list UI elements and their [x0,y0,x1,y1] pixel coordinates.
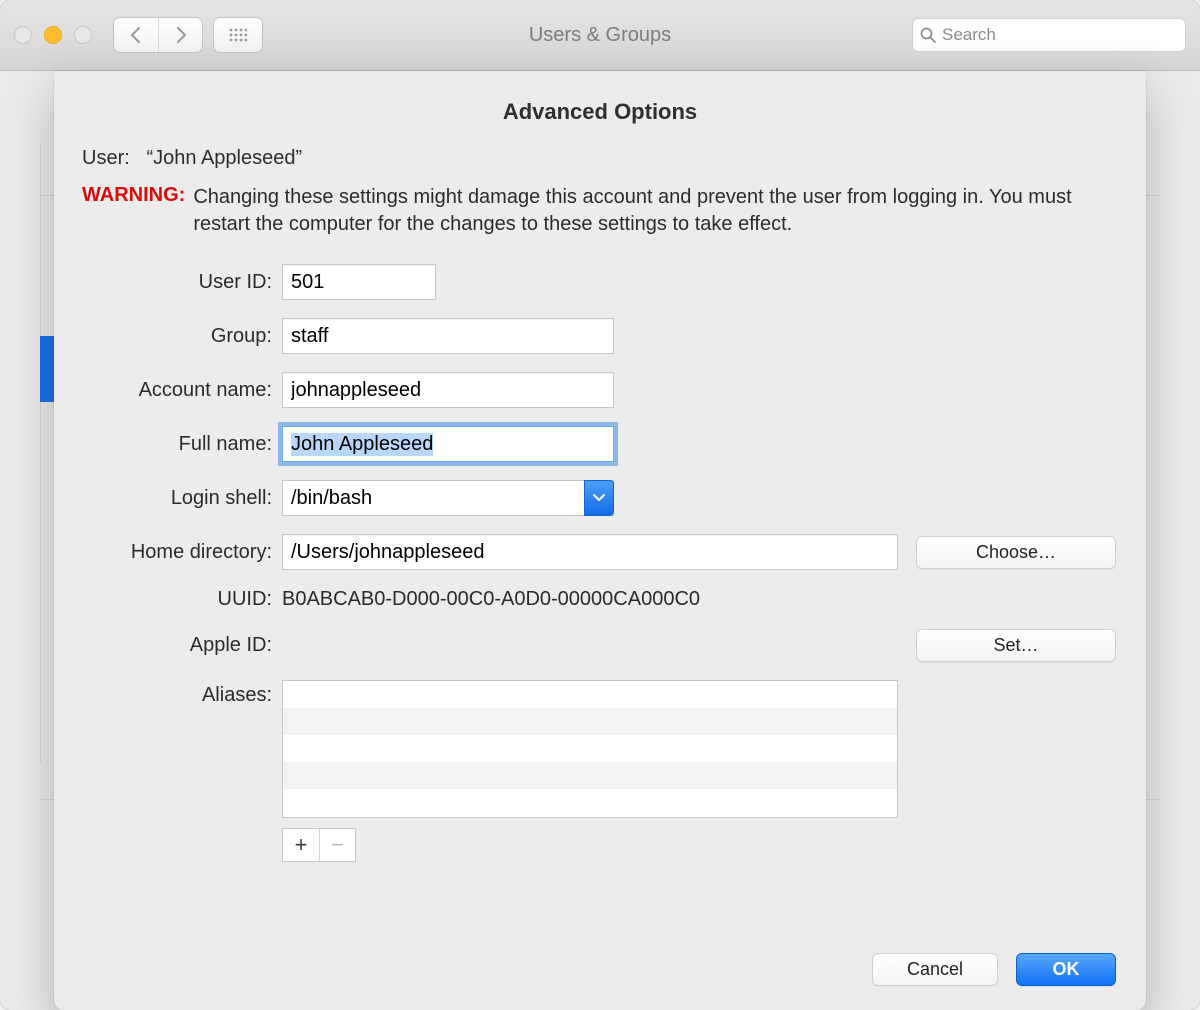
combo-login-shell[interactable] [282,480,614,516]
input-group[interactable] [282,318,614,354]
row-group: Group: [82,318,1118,354]
minimize-window-button[interactable] [44,26,62,44]
input-account-name[interactable] [282,372,614,408]
label-full-name: Full name: [82,433,282,456]
chevron-left-icon [130,27,142,43]
window-controls [14,26,92,44]
label-uuid: UUID: [82,588,282,611]
choose-home-directory-button[interactable]: Choose… [916,536,1116,569]
search-input[interactable] [942,25,1178,45]
user-name: “John Appleseed” [146,147,302,169]
search-icon [920,27,936,43]
remove-alias-button[interactable]: − [319,829,355,861]
aliases-add-remove: + − [282,828,356,862]
row-full-name: Full name: [82,426,1118,462]
row-home-directory: Home directory: Choose… [82,534,1118,570]
close-window-button[interactable] [14,26,32,44]
aliases-list[interactable] [282,680,898,818]
warning-label: WARNING: [82,184,185,238]
nav-forward-button[interactable] [158,18,202,52]
input-full-name[interactable] [282,426,614,462]
chevron-down-icon [593,494,605,502]
nav-back-forward [114,18,202,52]
grid-icon-button[interactable] [214,18,262,52]
cancel-button[interactable]: Cancel [872,953,998,986]
login-shell-dropdown-button[interactable] [584,480,614,516]
toolbar: Users & Groups [0,0,1200,71]
row-apple-id: Apple ID: Set… [82,629,1118,662]
sheet-title: Advanced Options [82,99,1118,125]
ok-button[interactable]: OK [1016,953,1116,986]
sheet-footer: Cancel OK [872,953,1116,986]
input-login-shell[interactable] [282,480,614,516]
user-label: User: [82,147,130,169]
search-field-wrap[interactable] [912,18,1186,52]
system-preferences-window: Users & Groups Advanced Options User: “J… [0,0,1200,1010]
advanced-options-sheet: Advanced Options User: “John Appleseed” … [54,71,1146,1010]
row-user-id: User ID: [82,264,1118,300]
warning-block: WARNING: Changing these settings might d… [82,184,1118,238]
show-all-button[interactable] [214,18,262,52]
zoom-window-button[interactable] [74,26,92,44]
input-home-directory[interactable] [282,534,898,570]
row-uuid: UUID: B0ABCAB0-D000-00C0-A0D0-00000CA000… [82,588,1118,611]
warning-text: Changing these settings might damage thi… [193,184,1118,238]
row-aliases: Aliases: + − [82,680,1118,862]
label-aliases: Aliases: [82,680,282,707]
add-alias-button[interactable]: + [283,829,319,861]
advanced-options-form: User ID: Group: Account name: Full name: [82,264,1118,862]
label-account-name: Account name: [82,379,282,402]
label-user-id: User ID: [82,271,282,294]
row-login-shell: Login shell: [82,480,1118,516]
grid-icon [229,28,247,42]
label-apple-id: Apple ID: [82,634,282,657]
set-apple-id-button[interactable]: Set… [916,629,1116,662]
label-login-shell: Login shell: [82,487,282,510]
sidebar-selection-hint [40,336,54,402]
value-uuid: B0ABCAB0-D000-00C0-A0D0-00000CA000C0 [282,588,700,611]
user-line: User: “John Appleseed” [82,147,1118,170]
row-account-name: Account name: [82,372,1118,408]
label-home-directory: Home directory: [82,541,282,564]
nav-back-button[interactable] [114,18,158,52]
input-user-id[interactable] [282,264,436,300]
label-group: Group: [82,325,282,348]
chevron-right-icon [175,27,187,43]
